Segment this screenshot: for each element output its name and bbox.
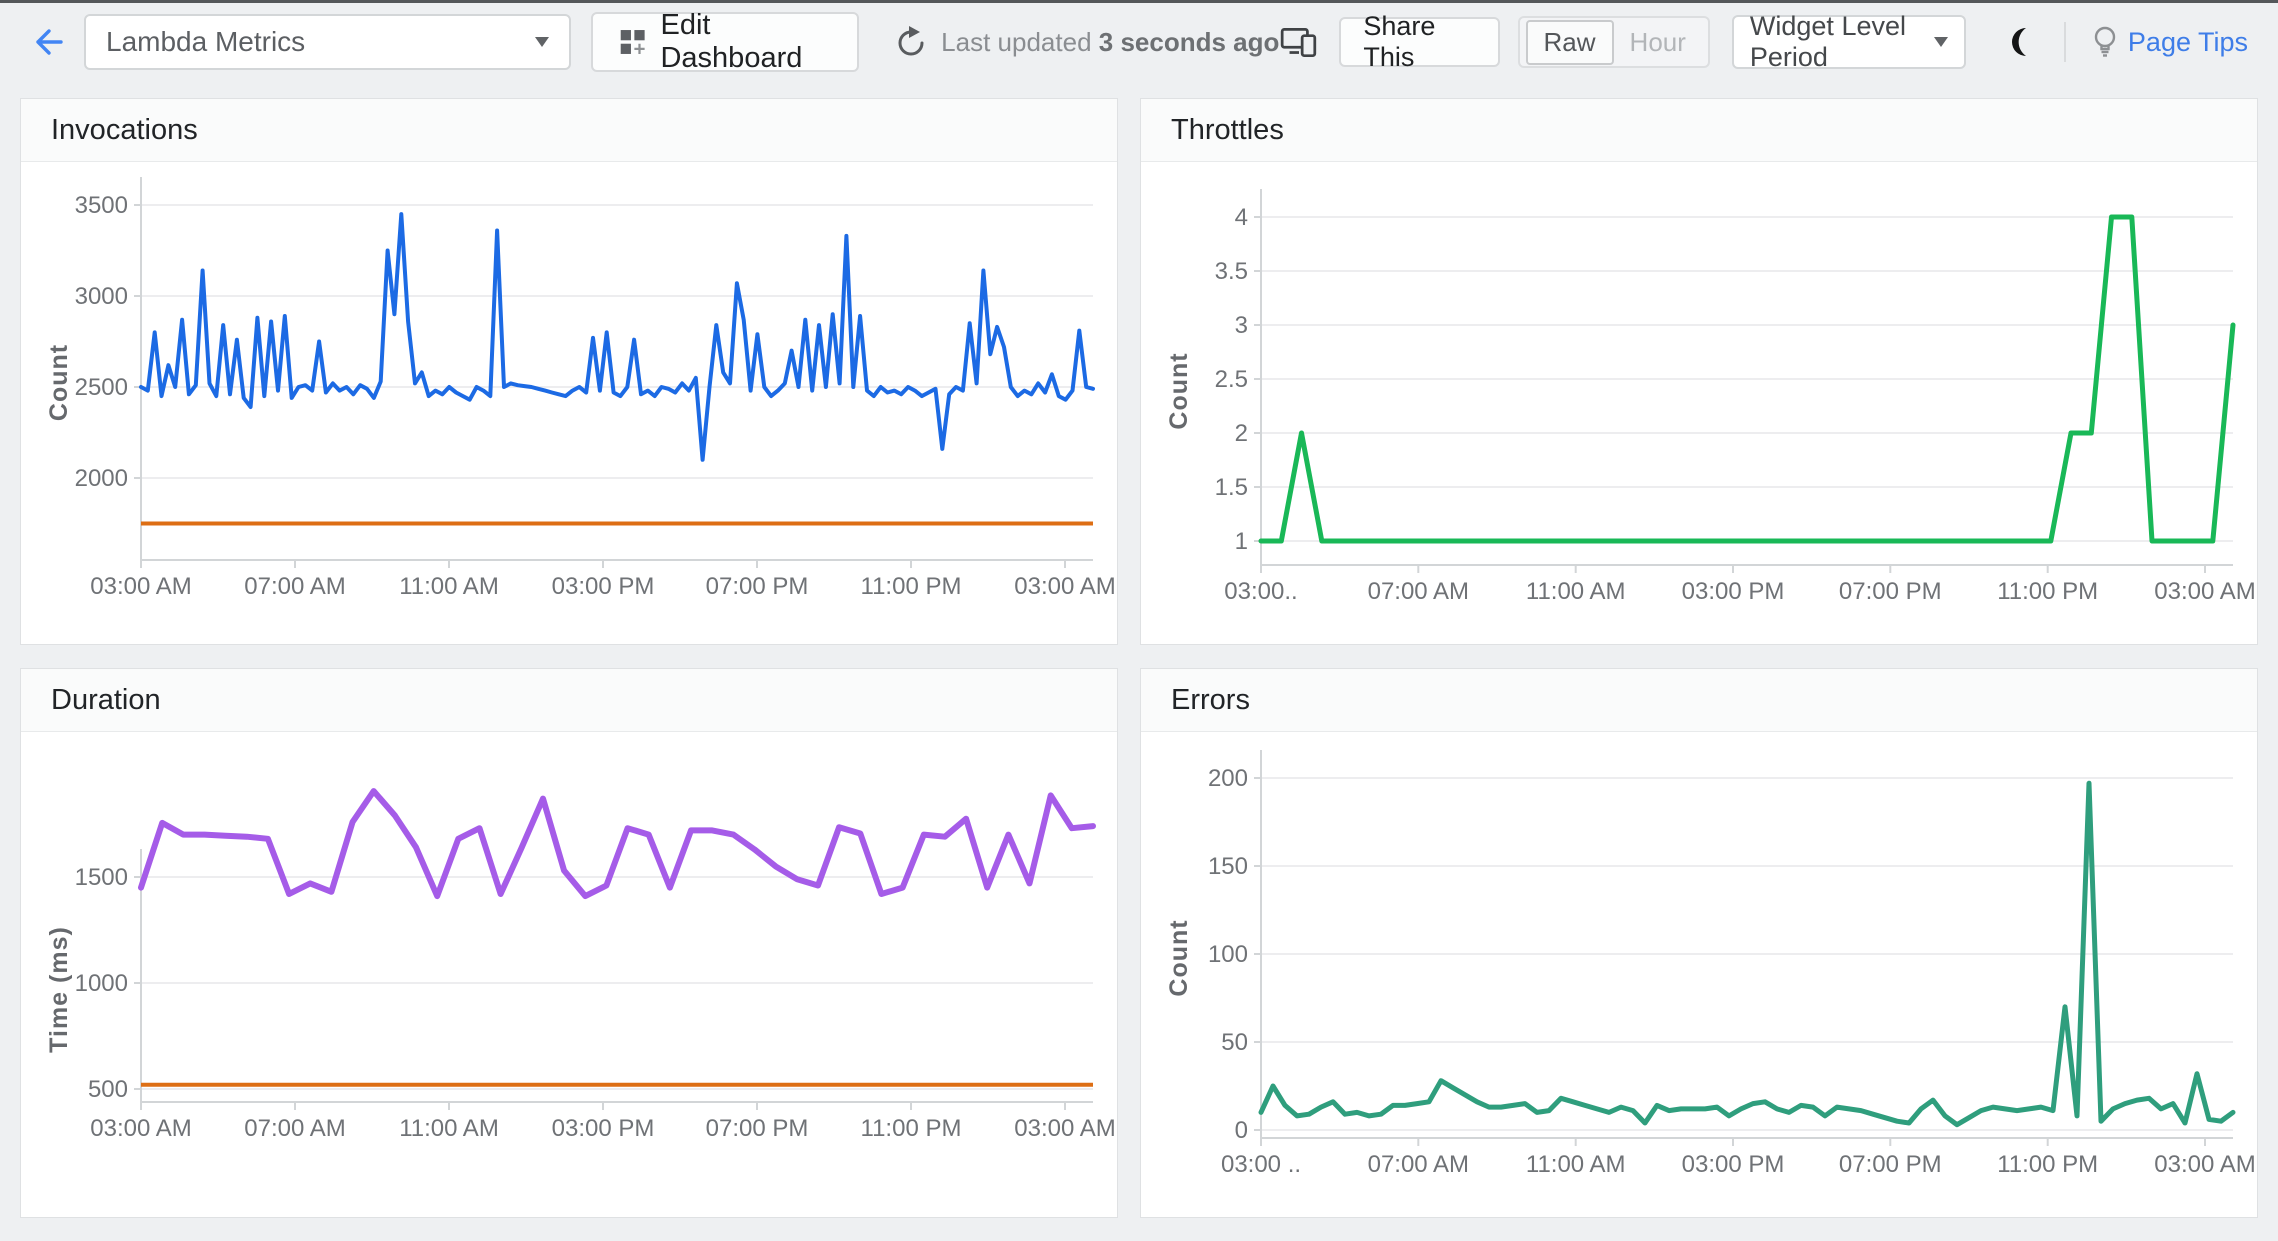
- svg-text:3500: 3500: [75, 192, 128, 219]
- svg-text:07:00 AM: 07:00 AM: [1368, 578, 1469, 605]
- svg-text:07:00 AM: 07:00 AM: [244, 1115, 345, 1142]
- last-updated-text: Last updated 3 seconds ago: [941, 26, 1280, 57]
- svg-text:11:00 PM: 11:00 PM: [861, 1115, 962, 1142]
- svg-text:Count: Count: [1165, 352, 1193, 429]
- lightbulb-icon: [2094, 26, 2116, 57]
- svg-text:03:00 AM: 03:00 AM: [1014, 1115, 1115, 1142]
- svg-text:03:00 PM: 03:00 PM: [552, 1115, 655, 1142]
- svg-text:07:00 PM: 07:00 PM: [706, 1115, 809, 1142]
- svg-text:100: 100: [1208, 941, 1248, 968]
- svg-text:3: 3: [1235, 312, 1248, 339]
- svg-text:03:00 AM: 03:00 AM: [2154, 578, 2255, 605]
- last-updated-value: 3 seconds ago: [1098, 26, 1280, 57]
- back-button[interactable]: [30, 25, 64, 59]
- svg-text:07:00 PM: 07:00 PM: [1839, 1151, 1942, 1178]
- svg-text:03:00 AM: 03:00 AM: [90, 573, 191, 600]
- svg-text:11:00 AM: 11:00 AM: [399, 573, 499, 600]
- responsive-preview-button[interactable]: [1279, 25, 1319, 59]
- widget-level-period-value: Widget Level Period: [1749, 11, 1906, 72]
- svg-text:1000: 1000: [75, 970, 128, 997]
- throttles-panel-header: Throttles: [1141, 99, 2257, 162]
- svg-text:2: 2: [1235, 420, 1248, 447]
- devices-icon: [1281, 27, 1317, 58]
- svg-text:03:00 AM: 03:00 AM: [1014, 573, 1115, 600]
- dashboard-grid-plus-icon: [620, 30, 645, 54]
- svg-text:03:00 PM: 03:00 PM: [552, 573, 655, 600]
- svg-text:Count: Count: [45, 344, 73, 421]
- duration-panel: Duration 1500 1000 500 03:00 AM 07:00 AM 11:0…: [20, 668, 1118, 1218]
- svg-text:2.5: 2.5: [1215, 366, 1248, 393]
- svg-text:03:00 ..: 03:00 ..: [1221, 1151, 1301, 1178]
- svg-text:0: 0: [1235, 1117, 1248, 1144]
- arrow-left-icon: [36, 29, 63, 55]
- widget-level-period-select[interactable]: Widget Level Period: [1731, 11, 1967, 72]
- duration-chart[interactable]: 1500 1000 500 03:00 AM 07:00 AM 11:00 AM 03:00…: [21, 732, 1117, 1218]
- svg-text:11:00 PM: 11:00 PM: [1997, 1151, 2098, 1178]
- svg-text:11:00 AM: 11:00 AM: [1526, 1151, 1626, 1178]
- invocations-panel-header: Invocations: [21, 99, 1117, 162]
- granularity-toggle: Raw Hour: [1517, 16, 1710, 68]
- share-this-button[interactable]: Share This: [1339, 11, 1500, 72]
- duration-title: Duration: [51, 684, 161, 716]
- invocations-chart[interactable]: 3500 3000 2500 2000 03:00 AM 07:00 AM 11:00 AM…: [21, 162, 1117, 645]
- svg-text:07:00 PM: 07:00 PM: [1839, 578, 1942, 605]
- share-this-label: Share This: [1363, 11, 1436, 72]
- svg-text:11:00 PM: 11:00 PM: [1997, 578, 2098, 605]
- dashboard-select-value: Lambda Metrics: [106, 26, 306, 57]
- edit-dashboard-button[interactable]: Edit Dashboard: [591, 9, 860, 74]
- refresh-icon: [898, 26, 924, 56]
- svg-text:11:00 PM: 11:00 PM: [861, 573, 962, 600]
- svg-text:3.5: 3.5: [1215, 258, 1248, 285]
- svg-text:1.5: 1.5: [1215, 474, 1248, 501]
- top-toolbar: Lambda Metrics Edit Dashboard Last updat…: [0, 6, 2278, 78]
- svg-text:03:00 PM: 03:00 PM: [1682, 1151, 1785, 1178]
- refresh-button[interactable]: [895, 25, 927, 59]
- throttles-panel: Throttles 4 3.5 3 2.5 2 1.5 1 03:00.. 07:00 AM 11…: [1140, 98, 2258, 645]
- chevron-down-icon: [1934, 37, 1949, 47]
- errors-panel: Errors 200 150 100 50 0 03:00 .. 07:00 AM 11:00…: [1140, 668, 2258, 1218]
- errors-chart[interactable]: 200 150 100 50 0 03:00 .. 07:00 AM 11:00 AM 03:0…: [1141, 732, 2257, 1218]
- errors-title: Errors: [1171, 684, 1250, 716]
- throttles-title: Throttles: [1171, 114, 1284, 146]
- crescent-moon-icon: [2012, 28, 2027, 56]
- granularity-option-raw[interactable]: Raw: [1525, 19, 1614, 65]
- page-tips-label: Page Tips: [2127, 26, 2248, 57]
- invocations-panel: Invocations 3500 3000 2500 2000 03:00 AM 07:0…: [20, 98, 1118, 645]
- svg-text:03:00 AM: 03:00 AM: [90, 1115, 191, 1142]
- page-tips-link[interactable]: Page Tips: [2090, 25, 2248, 59]
- svg-text:1: 1: [1235, 528, 1248, 555]
- dashboard-page: Lambda Metrics Edit Dashboard Last updat…: [0, 0, 2278, 1241]
- svg-text:Count: Count: [1165, 919, 1193, 996]
- svg-text:500: 500: [88, 1076, 128, 1103]
- edit-dashboard-label: Edit Dashboard: [660, 9, 803, 74]
- svg-text:07:00 AM: 07:00 AM: [244, 573, 345, 600]
- invocations-title: Invocations: [51, 114, 198, 146]
- svg-text:150: 150: [1208, 853, 1248, 880]
- svg-text:50: 50: [1221, 1029, 1248, 1056]
- svg-text:03:00..: 03:00..: [1224, 578, 1297, 605]
- svg-text:200: 200: [1208, 765, 1248, 792]
- granularity-option-hour[interactable]: Hour: [1614, 22, 1702, 63]
- duration-panel-header: Duration: [21, 669, 1117, 732]
- svg-text:2500: 2500: [75, 374, 128, 401]
- svg-text:4: 4: [1235, 204, 1248, 231]
- svg-text:07:00 PM: 07:00 PM: [706, 573, 809, 600]
- svg-text:3000: 3000: [75, 283, 128, 310]
- throttles-chart[interactable]: 4 3.5 3 2.5 2 1.5 1 03:00.. 07:00 AM 11:00 AM 03:0…: [1141, 162, 2257, 645]
- svg-text:07:00 AM: 07:00 AM: [1368, 1151, 1469, 1178]
- svg-text:11:00 AM: 11:00 AM: [1526, 578, 1626, 605]
- dark-mode-toggle[interactable]: [2004, 25, 2038, 59]
- errors-panel-header: Errors: [1141, 669, 2257, 732]
- svg-text:1500: 1500: [75, 864, 128, 891]
- svg-text:03:00 PM: 03:00 PM: [1682, 578, 1785, 605]
- toolbar-divider: [2064, 22, 2066, 62]
- svg-text:2000: 2000: [75, 465, 128, 492]
- dashboard-select[interactable]: Lambda Metrics: [84, 14, 572, 70]
- svg-text:03:00 AM: 03:00 AM: [2154, 1151, 2255, 1178]
- svg-text:11:00 AM: 11:00 AM: [399, 1115, 499, 1142]
- chevron-down-icon: [535, 37, 550, 47]
- svg-text:Time (ms): Time (ms): [45, 926, 73, 1053]
